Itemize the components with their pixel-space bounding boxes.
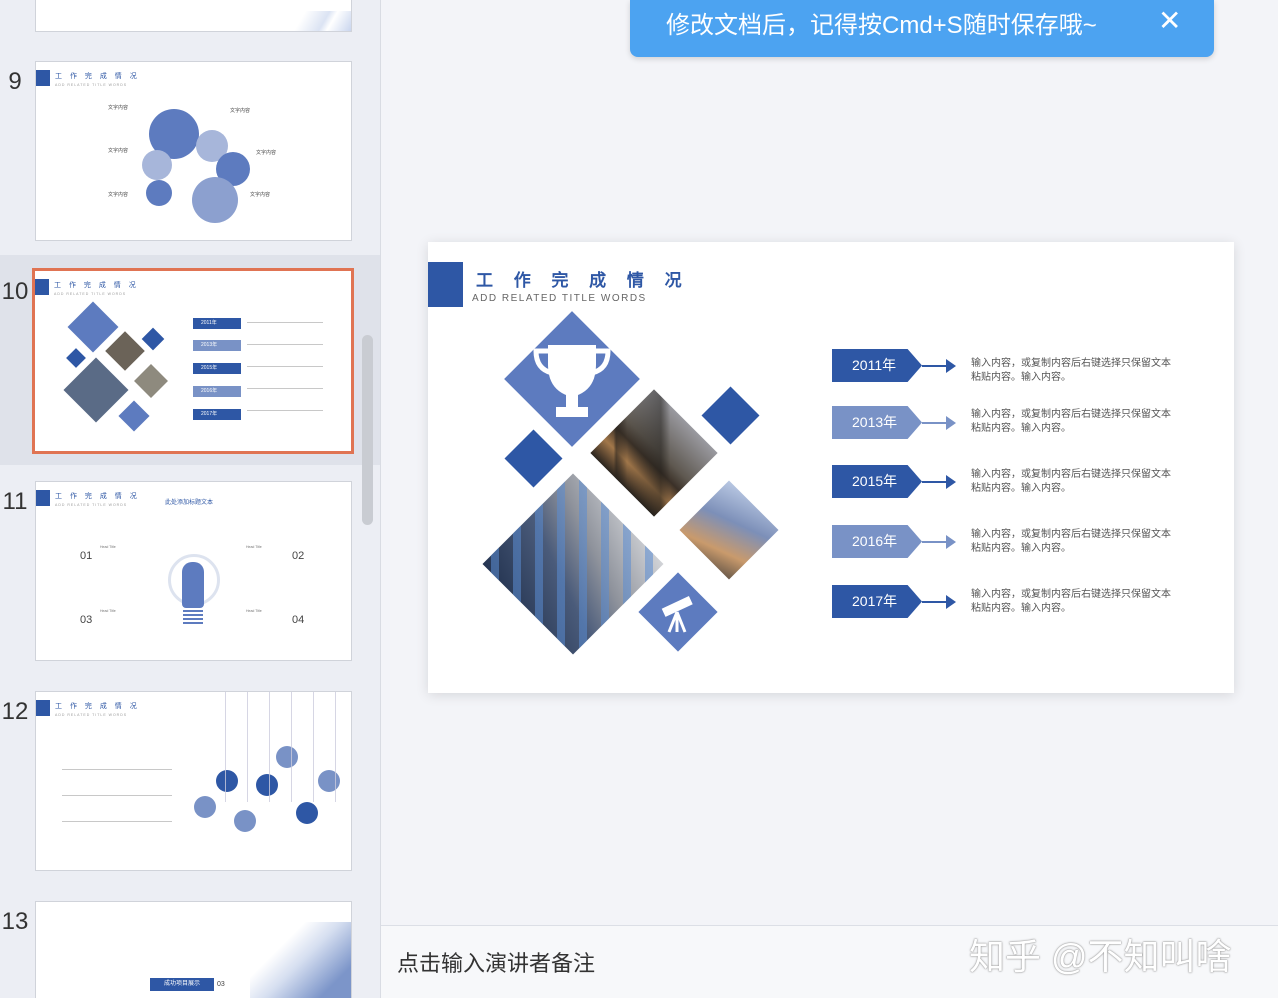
year-tag-2017[interactable]: 2017年	[832, 585, 922, 618]
googleplus-icon	[234, 810, 256, 832]
thumb-subtitle: ADD RELATED TITLE WORDS	[54, 292, 127, 296]
slide-number: 12	[1, 698, 29, 725]
pinterest-icon	[296, 802, 318, 824]
thumb-subtitle: ADD RELATED TITLE WORDS	[55, 83, 128, 87]
thumb-title: 工 作 完 成 情 况	[55, 73, 140, 80]
business-chart-photo[interactable]	[482, 473, 664, 655]
telescope-icon	[638, 572, 717, 651]
year-tag-2011[interactable]: 2011年	[832, 349, 922, 382]
slide-canvas[interactable]: 工 作 完 成 情 况 ADD RELATED TITLE WORDS 2011…	[428, 242, 1234, 693]
slide-number: 13	[1, 908, 29, 935]
sidebar-scrollbar[interactable]	[362, 335, 373, 525]
year-tag-2015[interactable]: 2015年	[832, 465, 922, 498]
row-description[interactable]: 输入内容，或复制内容后右键选择只保留文本粘贴内容。输入内容。	[971, 528, 1176, 556]
row-description[interactable]: 输入内容，或复制内容后右键选择只保留文本粘贴内容。输入内容。	[971, 588, 1176, 616]
thumb-subtitle: ADD RELATED TITLE WORDS	[55, 713, 128, 717]
year-tag-2013[interactable]: 2013年	[832, 406, 922, 439]
arrow-icon	[922, 475, 956, 489]
toast-message: 修改文档后，记得按Cmd+S随时保存哦~	[666, 12, 1097, 39]
thumb-title: 工 作 完 成 情 况	[55, 493, 140, 500]
thumb-title: 工 作 完 成 情 况	[55, 703, 140, 710]
row-description[interactable]: 输入内容，或复制内容后右键选择只保留文本粘贴内容。输入内容。	[971, 408, 1176, 436]
notes-placeholder[interactable]: 点击输入演讲者备注	[397, 946, 595, 978]
arrow-icon	[922, 595, 956, 609]
tower-bridge-photo[interactable]	[679, 480, 779, 580]
title-accent-block	[428, 262, 463, 307]
slide-thumbnail-12[interactable]: 工 作 完 成 情 况 ADD RELATED TITLE WORDS	[35, 691, 352, 871]
year-tag-2016[interactable]: 2016年	[832, 525, 922, 558]
small-diamond-right[interactable]	[701, 386, 760, 445]
slide-thumbnail-11[interactable]: 工 作 完 成 情 况 ADD RELATED TITLE WORDS 此处添加…	[35, 481, 352, 661]
slide-thumbnail-9[interactable]: 工 作 完 成 情 况 ADD RELATED TITLE WORDS 文字内容…	[35, 61, 352, 241]
slide-thumbnail-13[interactable]: 成功项目展示 03	[35, 901, 352, 998]
row-description[interactable]: 输入内容，或复制内容后右键选择只保留文本粘贴内容。输入内容。	[971, 357, 1176, 385]
slide-number: 9	[8, 68, 22, 95]
watermark: 知乎 @不知叫啥	[969, 936, 1232, 977]
thumb-title: 工 作 完 成 情 况	[54, 282, 139, 289]
telescope-diamond[interactable]	[638, 572, 718, 652]
arrow-icon	[922, 535, 956, 549]
arrow-icon	[922, 416, 956, 430]
row-description[interactable]: 输入内容，或复制内容后右键选择只保留文本粘贴内容。输入内容。	[971, 468, 1176, 496]
close-icon[interactable]: ✕	[1158, 4, 1181, 37]
slide-number: 11	[2, 488, 28, 515]
slide-subtitle[interactable]: ADD RELATED TITLE WORDS	[472, 293, 647, 304]
slide-thumbnail-panel[interactable]: 9 工 作 完 成 情 况 ADD RELATED TITLE WORDS 文字…	[0, 0, 381, 998]
slide-number: 10	[1, 278, 29, 305]
slide-thumbnail-10[interactable]: 工 作 完 成 情 况 ADD RELATED TITLE WORDS 2011…	[32, 268, 354, 454]
slide-title[interactable]: 工 作 完 成 情 况	[476, 266, 690, 291]
slide-thumbnail-8[interactable]	[35, 0, 352, 32]
speaker-notes-area[interactable]: 点击输入演讲者备注 知乎 @不知叫啥	[381, 925, 1278, 998]
save-reminder-toast: 修改文档后，记得按Cmd+S随时保存哦~ ✕	[630, 0, 1214, 57]
thumb-subtitle: ADD RELATED TITLE WORDS	[55, 503, 128, 507]
small-diamond-left[interactable]	[504, 429, 563, 488]
arrow-icon	[922, 359, 956, 373]
